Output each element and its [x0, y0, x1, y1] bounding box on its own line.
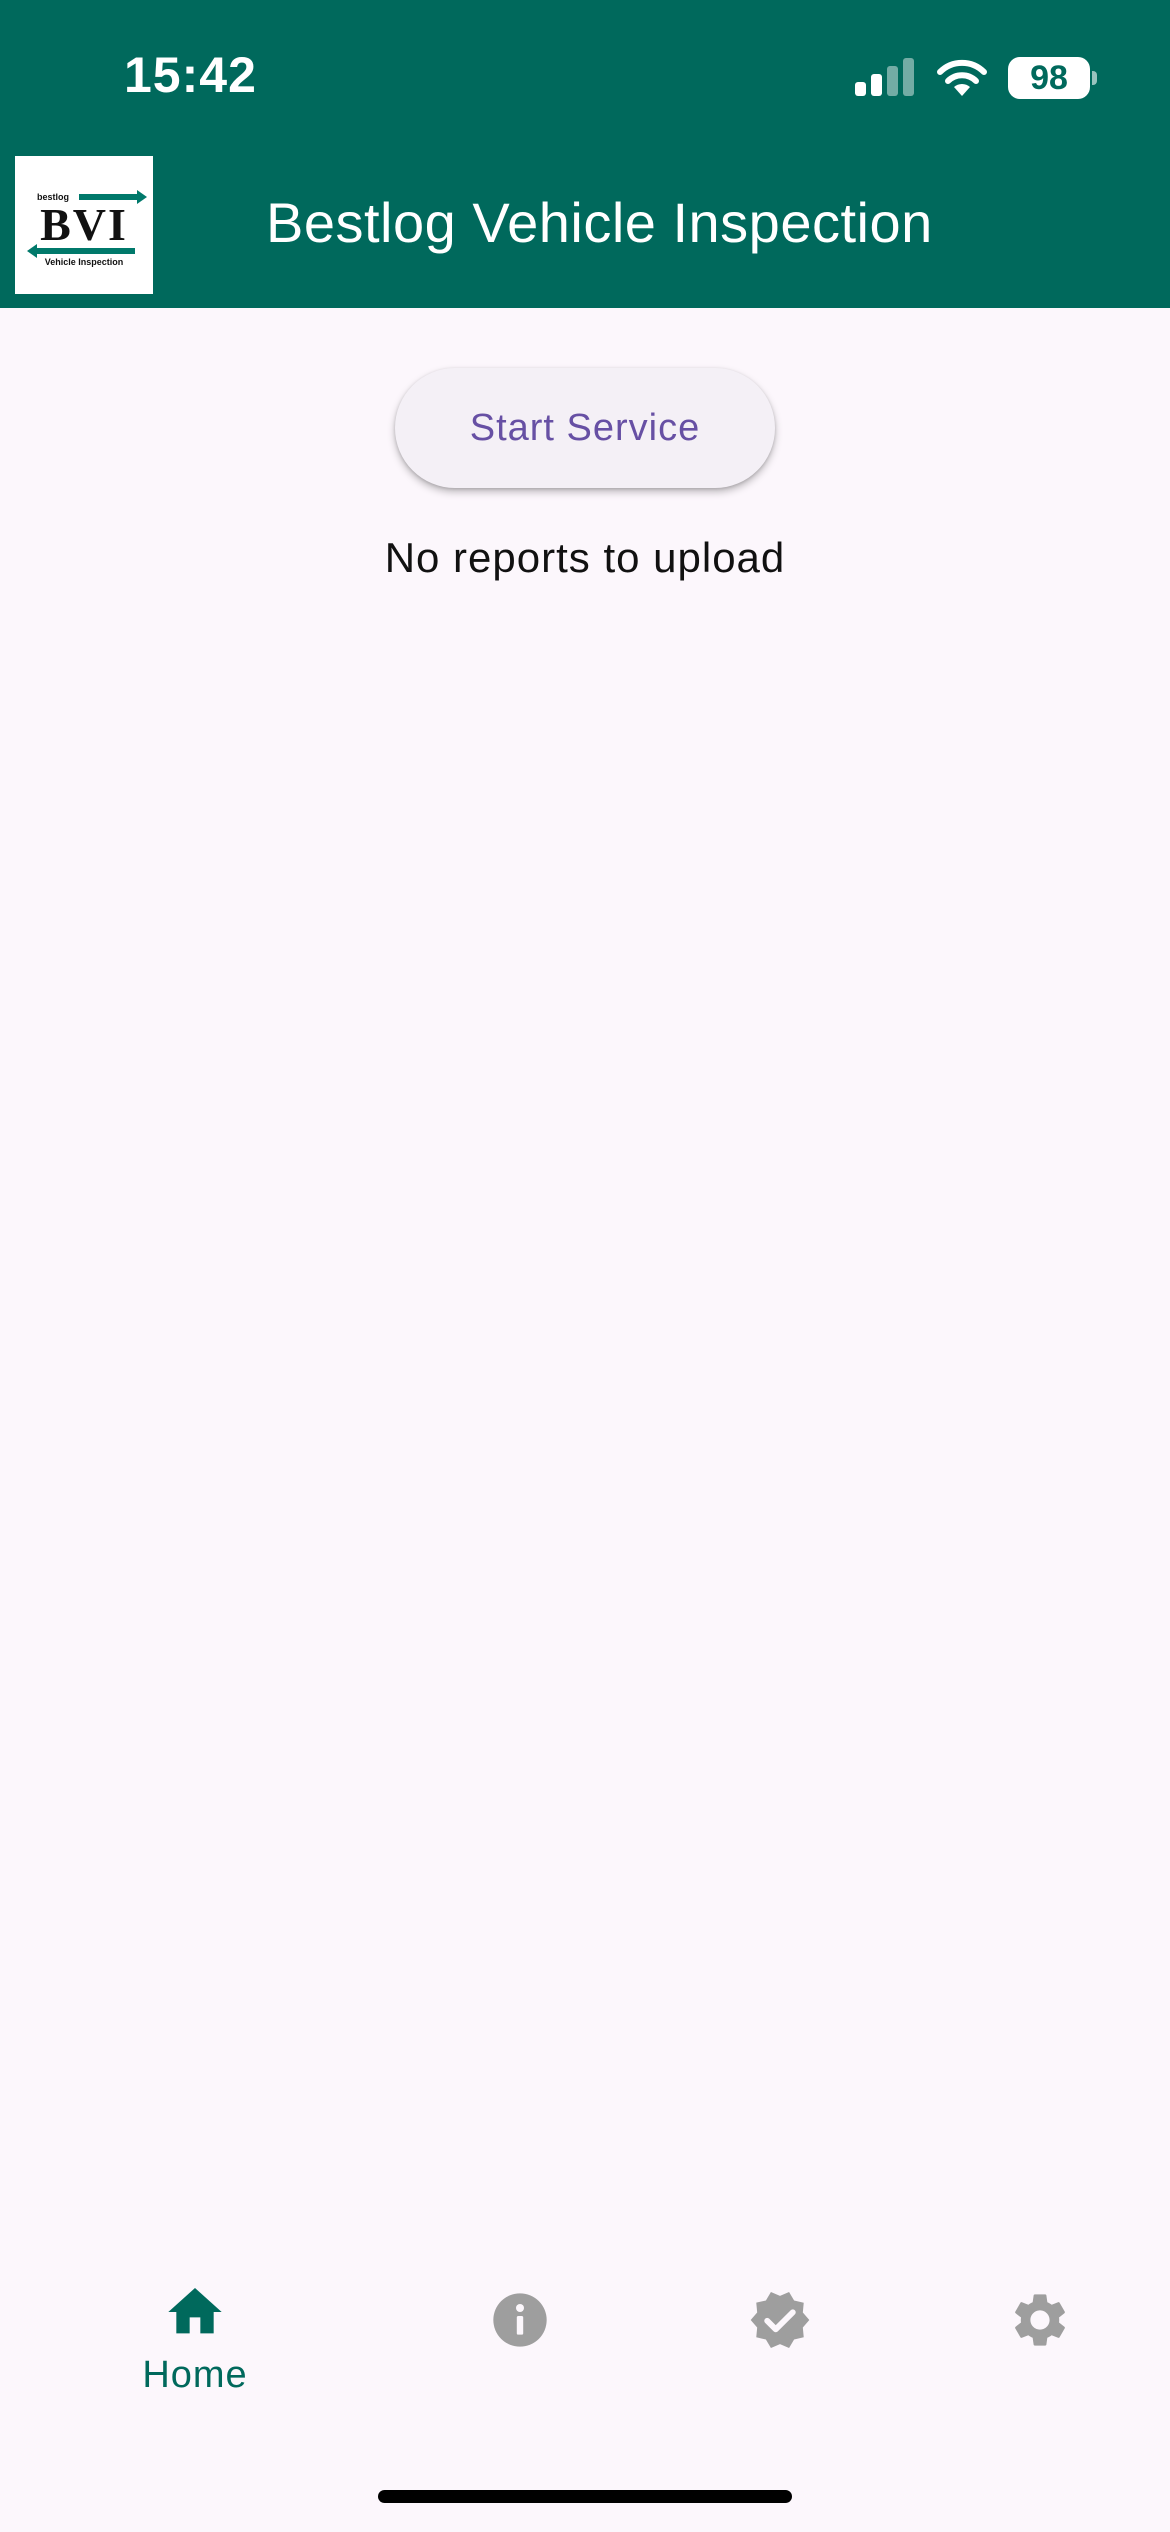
nav-tab-home-label: Home: [142, 2354, 248, 2396]
verified-badge-icon: [750, 2292, 810, 2348]
info-icon: [493, 2293, 547, 2347]
app-header: 15:42 98 bestlog BVI Vehicle Inspection …: [0, 0, 1170, 308]
start-service-button[interactable]: Start Service: [395, 368, 775, 488]
battery-tip: [1092, 71, 1097, 85]
bottom-navigation: Home: [0, 2260, 1170, 2400]
nav-tab-info[interactable]: [420, 2260, 620, 2400]
status-time: 15:42: [124, 47, 257, 103]
nav-tab-verified[interactable]: [680, 2260, 880, 2400]
battery-indicator: 98: [1008, 57, 1090, 99]
app-screen: 15:42 98 bestlog BVI Vehicle Inspection …: [0, 0, 1170, 2532]
logo-main-text: BVI: [40, 199, 128, 250]
cellular-signal-icon: [855, 58, 915, 96]
upload-status-message: No reports to upload: [384, 534, 786, 581]
app-logo: bestlog BVI Vehicle Inspection: [15, 156, 153, 294]
logo-sub-text: Vehicle Inspection: [44, 257, 124, 267]
logo-arrow-left: [27, 244, 135, 258]
wifi-icon: [937, 59, 987, 96]
home-icon: [168, 2288, 222, 2334]
app-title: Bestlog Vehicle Inspection: [266, 191, 933, 254]
nav-tab-settings[interactable]: [940, 2260, 1140, 2400]
gear-icon: [1015, 2294, 1065, 2346]
home-indicator[interactable]: [378, 2490, 792, 2503]
nav-tab-home[interactable]: Home: [95, 2260, 295, 2400]
